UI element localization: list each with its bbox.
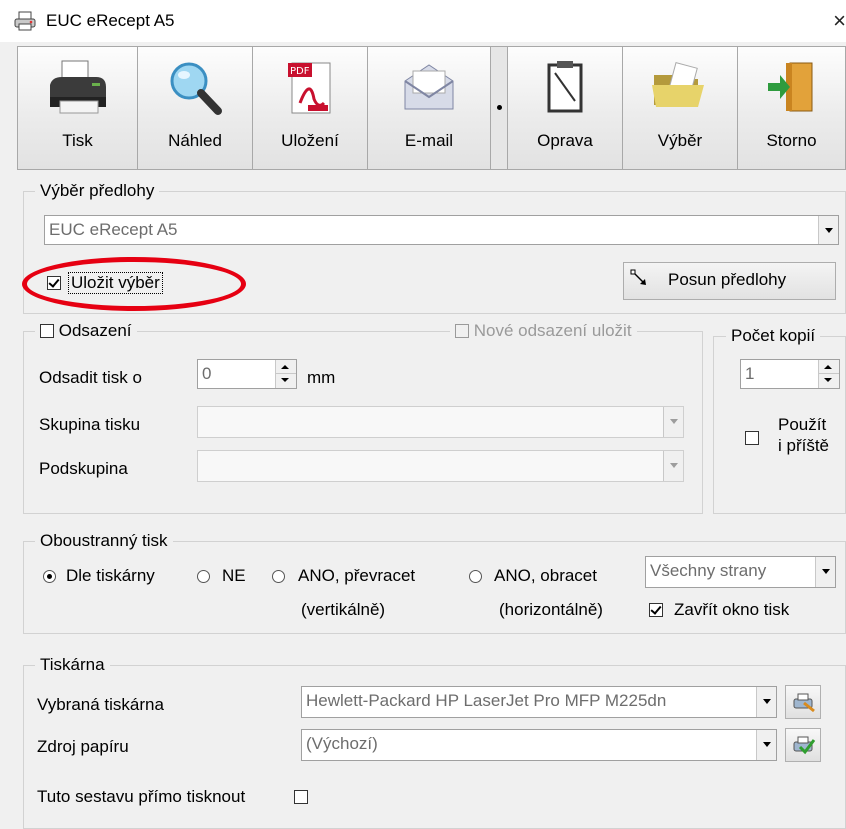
save-button-label: Uložení: [281, 131, 339, 150]
svg-text:PDF: PDF: [290, 66, 310, 77]
offset-legend-label: Odsazení: [58, 321, 132, 340]
close-window-label: Zavřít okno tisk: [674, 600, 790, 619]
stepper-up-icon[interactable]: [276, 360, 296, 374]
cancel-button[interactable]: Storno: [737, 46, 846, 170]
folder-icon: [652, 62, 704, 107]
save-new-offset: Nové odsazení uložit: [450, 321, 637, 341]
copies-stepper-arrows[interactable]: [818, 360, 839, 388]
email-button[interactable]: E-mail: [367, 46, 491, 170]
duplex-radio-turn[interactable]: [469, 570, 482, 583]
duplex-option-flip[interactable]: ANO, převracet: [298, 566, 415, 586]
printer-select-value: Hewlett-Packard HP LaserJet Pro MFP M225…: [306, 691, 667, 710]
use-next-label-line1: Použít: [778, 415, 827, 434]
use-next-time-checkbox[interactable]: [745, 431, 759, 445]
print-group-select[interactable]: [197, 406, 684, 438]
duplex-radio-no[interactable]: [197, 570, 210, 583]
chevron-down-icon[interactable]: [815, 557, 835, 587]
printer-icon: [49, 60, 106, 114]
print-button[interactable]: Tisk: [17, 46, 138, 170]
move-arrow-icon: [630, 269, 646, 285]
select-button-label: Výběr: [657, 131, 703, 150]
chevron-down-icon[interactable]: [663, 451, 683, 481]
shift-template-label: Posun předlohy: [668, 270, 787, 289]
save-new-offset-label: Nové odsazení uložit: [473, 321, 632, 340]
shift-template-button[interactable]: Posun předlohy: [623, 262, 836, 300]
duplex-option-printer[interactable]: Dle tiskárny: [66, 566, 155, 586]
offset-label: Odsadit tisk o: [39, 368, 142, 387]
offset-group-legend: Odsazení: [35, 321, 137, 341]
edit-button-label: Oprava: [537, 131, 593, 150]
pdf-icon: PDF: [288, 62, 331, 114]
offset-stepper-arrows[interactable]: [275, 360, 296, 388]
printer-settings-button[interactable]: [785, 685, 821, 719]
stepper-down-icon[interactable]: [276, 374, 296, 388]
printer-app-icon: [14, 11, 36, 31]
copies-value: 1: [745, 364, 755, 383]
stepper-down-icon[interactable]: [819, 374, 839, 388]
template-group-legend: Výběr předlohy: [35, 181, 160, 201]
close-window-checkbox[interactable]: [649, 603, 663, 617]
printer-group-legend: Tiskárna: [35, 655, 110, 675]
offset-value: 0: [202, 364, 212, 383]
magnifier-icon: [170, 62, 222, 115]
duplex-option-no[interactable]: NE: [222, 566, 246, 586]
chevron-down-icon[interactable]: [818, 216, 838, 244]
subgroup-select[interactable]: [197, 450, 684, 482]
printer-check-icon: [793, 736, 816, 755]
offset-unit: mm: [307, 368, 336, 387]
exit-door-icon: [767, 62, 812, 112]
chevron-down-icon[interactable]: [663, 407, 683, 437]
use-next-label-line2: i příště: [778, 436, 830, 455]
cancel-button-label: Storno: [766, 131, 817, 150]
save-button[interactable]: PDF Uložení: [252, 46, 368, 170]
duplex-radio-flip[interactable]: [272, 570, 285, 583]
window-title: EUC eRecept A5: [46, 11, 175, 30]
print-group-label: Skupina tisku: [39, 415, 141, 434]
duplex-option-turn-sub: (horizontálně): [499, 600, 603, 619]
chevron-down-icon[interactable]: [756, 730, 776, 760]
duplex-group-legend: Oboustranný tisk: [35, 531, 173, 551]
save-new-offset-checkbox[interactable]: [455, 324, 469, 338]
envelope-icon: [404, 64, 454, 110]
clipboard-edit-icon: [547, 61, 583, 113]
red-annotation-ellipse: [22, 257, 246, 311]
print-button-label: Tisk: [62, 131, 93, 150]
offset-stepper[interactable]: 0: [197, 359, 297, 389]
printer-settings-icon: [793, 693, 815, 713]
stepper-up-icon[interactable]: [819, 360, 839, 374]
chevron-down-icon[interactable]: [756, 687, 776, 717]
paper-source-label: Zdroj papíru: [37, 737, 129, 756]
template-select[interactable]: EUC eRecept A5: [44, 215, 839, 245]
copies-group-legend: Počet kopií: [726, 326, 821, 346]
close-icon[interactable]: ×: [833, 8, 846, 34]
paper-source-button[interactable]: [785, 728, 821, 762]
duplex-option-flip-sub: (vertikálně): [301, 600, 386, 619]
selected-printer-label: Vybraná tiskárna: [37, 695, 164, 714]
template-select-value: EUC eRecept A5: [49, 220, 178, 239]
edit-button[interactable]: Oprava: [507, 46, 623, 170]
duplex-radio-printer[interactable]: [43, 570, 56, 583]
printer-select[interactable]: Hewlett-Packard HP LaserJet Pro MFP M225…: [301, 686, 777, 718]
preview-button[interactable]: Náhled: [137, 46, 253, 170]
toolbar: Tisk Náhled PDF Uložení E-mail Oprava Vý…: [17, 46, 846, 170]
duplex-option-turn[interactable]: ANO, obracet: [494, 566, 597, 586]
copies-stepper[interactable]: 1: [740, 359, 840, 389]
preview-button-label: Náhled: [168, 131, 222, 150]
paper-source-select[interactable]: (Výchozí): [301, 729, 777, 761]
paper-source-value: (Výchozí): [306, 734, 378, 753]
select-button[interactable]: Výběr: [622, 46, 738, 170]
direct-print-checkbox[interactable]: [294, 790, 308, 804]
offset-checkbox[interactable]: [40, 324, 54, 338]
subgroup-label: Podskupina: [39, 459, 128, 478]
pages-select[interactable]: Všechny strany: [645, 556, 836, 588]
title-bar: EUC eRecept A5 ×: [0, 0, 846, 42]
email-button-label: E-mail: [404, 131, 454, 150]
pages-value: Všechny strany: [650, 561, 767, 580]
toolbar-separator: [490, 46, 508, 170]
direct-print-label: Tuto sestavu přímo tisknout: [37, 787, 246, 806]
